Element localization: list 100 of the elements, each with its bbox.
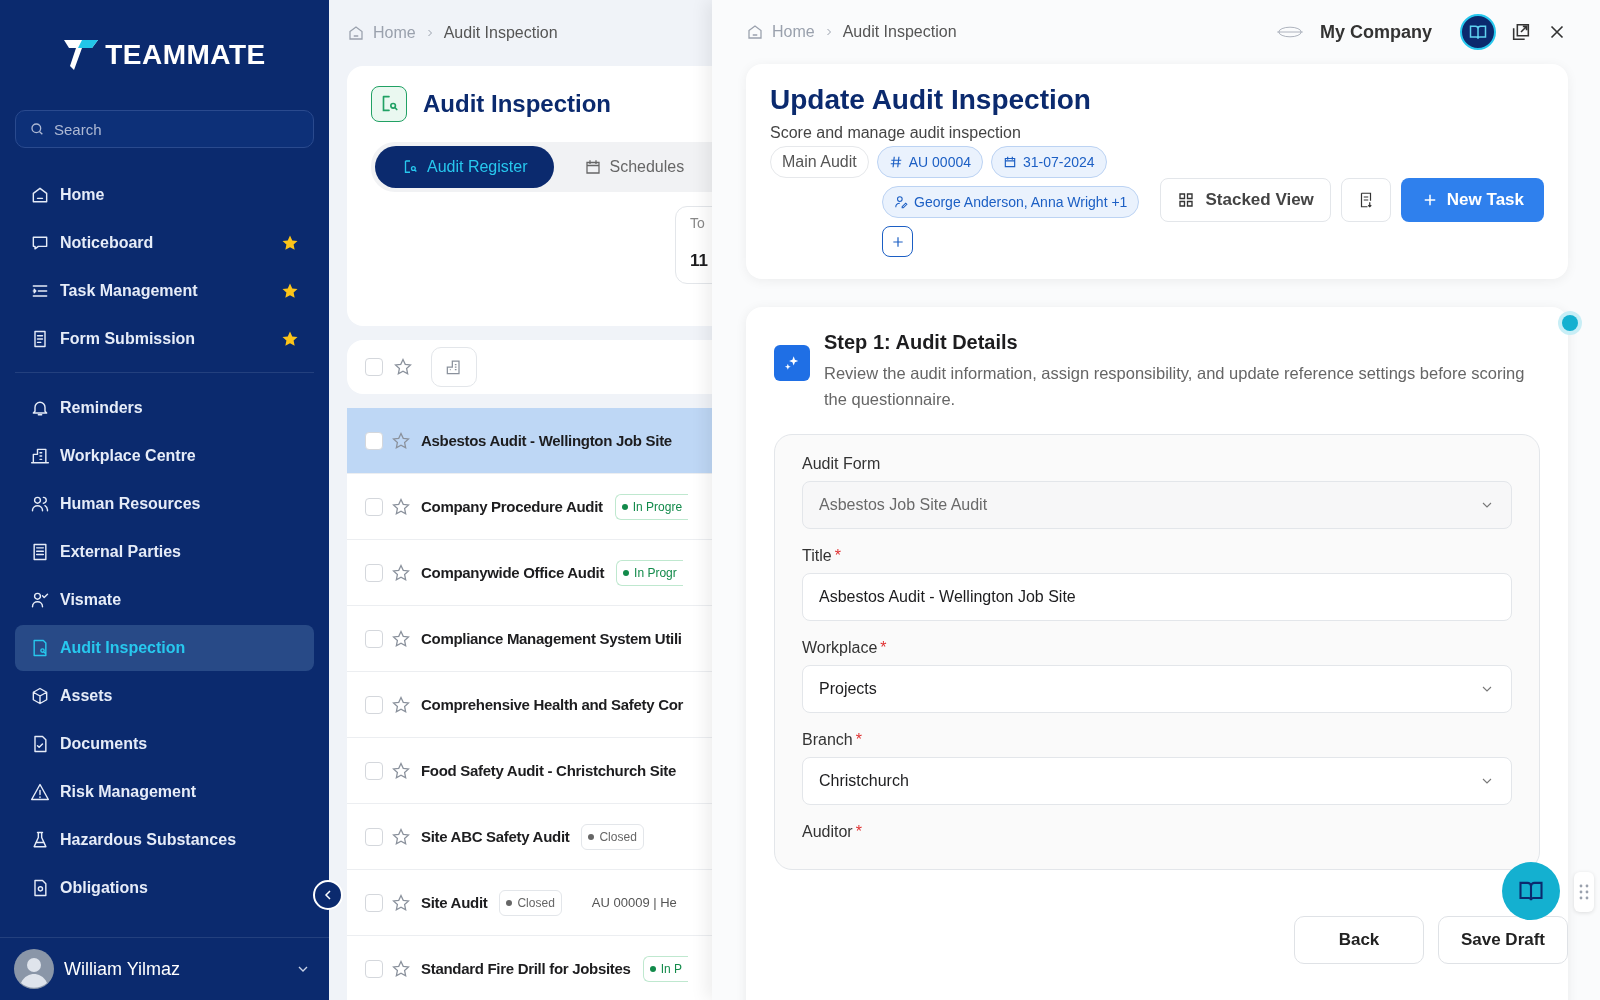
row-checkbox[interactable] xyxy=(365,695,383,714)
row-checkbox[interactable] xyxy=(365,431,383,450)
calendar-icon xyxy=(1003,155,1017,169)
footer-button[interactable]: Back xyxy=(1294,916,1424,964)
row-checkbox[interactable] xyxy=(365,497,383,516)
audit-row[interactable]: Site Audit Closed AU 00009 | He xyxy=(347,870,712,936)
table-icon xyxy=(30,542,50,562)
tag: AU 00004 xyxy=(876,146,983,178)
hash-icon xyxy=(888,155,903,169)
audit-title: Asbestos Audit - Wellington Job Site xyxy=(421,432,672,449)
star-icon[interactable] xyxy=(391,496,411,517)
star-icon[interactable] xyxy=(391,562,411,583)
select-field[interactable]: Christchurch xyxy=(802,757,1512,805)
warning-icon xyxy=(30,782,50,802)
page-title: Audit Inspection xyxy=(423,90,611,118)
book-icon xyxy=(1468,22,1488,42)
star-icon[interactable] xyxy=(391,694,411,715)
step-description: Review the audit information, assign responsibility, and update reference settings before scoring the questionnaire. xyxy=(824,363,1526,410)
sidebar-item[interactable]: Risk Management xyxy=(15,769,314,815)
required-mark: * xyxy=(855,823,862,841)
home-icon xyxy=(746,23,764,41)
audit-title: Comprehensive Health and Safety Cor xyxy=(421,696,684,713)
audit-row[interactable]: Asbestos Audit - Wellington Job Site xyxy=(347,408,712,474)
row-checkbox[interactable] xyxy=(365,893,383,912)
status-badge: Closed xyxy=(499,889,562,916)
sidebar-item[interactable]: External Parties xyxy=(15,529,314,575)
new-task-button[interactable]: New Task xyxy=(1400,178,1544,222)
star-icon[interactable] xyxy=(391,958,411,979)
star-icon[interactable] xyxy=(391,628,411,649)
row-checkbox[interactable] xyxy=(365,959,383,978)
building-button[interactable] xyxy=(431,347,477,387)
sidebar-item[interactable]: Reminders xyxy=(15,385,314,431)
star-icon[interactable] xyxy=(281,282,299,300)
stacked-view-button[interactable]: Stacked View xyxy=(1160,178,1331,222)
required-mark: * xyxy=(834,547,841,565)
company-name: My Company xyxy=(1319,21,1432,43)
star-icon[interactable] xyxy=(391,760,411,781)
step-title: Step 1: Audit Details xyxy=(824,331,1019,354)
calendar-icon xyxy=(583,158,602,176)
sidebar-item[interactable]: Home xyxy=(15,172,314,218)
home-icon xyxy=(30,185,50,205)
row-checkbox[interactable] xyxy=(365,827,383,846)
stat-value: 11 xyxy=(690,251,709,271)
sidebar-item[interactable]: Audit Inspection xyxy=(15,625,314,671)
row-checkbox[interactable] xyxy=(365,761,383,780)
audit-row[interactable]: Food Safety Audit - Christchurch Site xyxy=(347,738,712,804)
drag-handle-icon[interactable] xyxy=(1574,872,1594,912)
audit-row[interactable]: Company Procedure Audit In Progre xyxy=(347,474,712,540)
sidebar-item[interactable]: Human Resources xyxy=(15,481,314,527)
footer-button[interactable]: Save Draft xyxy=(1438,916,1568,964)
sidebar-item[interactable]: Workplace Centre xyxy=(15,433,314,479)
external-window-icon[interactable] xyxy=(1510,21,1532,43)
sidebar-item[interactable]: Vismate xyxy=(15,577,314,623)
row-checkbox[interactable] xyxy=(365,563,383,582)
sidebar-item[interactable]: Form Submission xyxy=(15,316,314,362)
star-icon[interactable] xyxy=(391,826,411,847)
sidebar-item[interactable]: Hazardous Substances xyxy=(15,817,314,863)
star-icon[interactable] xyxy=(281,330,299,348)
users-icon xyxy=(30,494,50,514)
tab[interactable]: Audit Register xyxy=(375,146,554,188)
stat-label: To xyxy=(690,215,706,231)
add-button[interactable] xyxy=(882,226,913,257)
audit-row[interactable]: Compliance Management System Utili xyxy=(347,606,712,672)
audit-row[interactable]: Site ABC Safety Audit Closed xyxy=(347,804,712,870)
export-document-button[interactable] xyxy=(1340,178,1391,222)
select-field[interactable]: Projects xyxy=(802,665,1512,713)
star-icon[interactable] xyxy=(391,430,411,451)
logo-text: TEAMMATE xyxy=(105,39,266,71)
audit-title: Standard Fire Drill for Jobsites xyxy=(421,960,631,977)
drawer-subtitle: Score and manage audit inspection xyxy=(770,124,1022,142)
tab[interactable]: Schedules xyxy=(557,146,711,188)
user-check-icon xyxy=(30,590,50,610)
audit-title: Company Procedure Audit xyxy=(421,498,603,515)
document-search-icon xyxy=(30,638,50,658)
select-all-checkbox[interactable] xyxy=(365,358,383,376)
tag: George Anderson, Anna Wright +1 xyxy=(882,186,1140,218)
status-badge: In P xyxy=(642,955,688,982)
input-field[interactable]: Asbestos Audit - Wellington Job Site xyxy=(802,573,1512,621)
row-checkbox[interactable] xyxy=(365,629,383,648)
field-label: Audit Form xyxy=(802,455,881,473)
sidebar-item[interactable]: Noticeboard xyxy=(15,220,314,266)
sidebar-item[interactable]: Task Management xyxy=(15,268,314,314)
collapse-button[interactable] xyxy=(313,880,343,910)
logo-icon xyxy=(63,40,100,70)
star-icon[interactable] xyxy=(393,357,413,377)
field-label: Branch xyxy=(802,731,853,749)
required-mark: * xyxy=(855,731,862,749)
star-icon[interactable] xyxy=(281,234,299,252)
audit-title: Site ABC Safety Audit xyxy=(421,828,570,845)
audit-row[interactable]: Comprehensive Health and Safety Cor xyxy=(347,672,712,738)
user-edit-icon xyxy=(894,195,908,209)
book-button[interactable] xyxy=(1460,14,1496,50)
sidebar-item[interactable]: Assets xyxy=(15,673,314,719)
audit-row[interactable]: Companywide Office Audit In Progr xyxy=(347,540,712,606)
sidebar-item[interactable]: Obligations xyxy=(15,865,314,911)
sidebar-item[interactable]: Documents xyxy=(15,721,314,767)
cube-icon xyxy=(30,686,50,706)
star-icon[interactable] xyxy=(391,892,411,913)
search-field[interactable]: Search xyxy=(15,110,314,148)
field-label: Title xyxy=(802,547,832,565)
